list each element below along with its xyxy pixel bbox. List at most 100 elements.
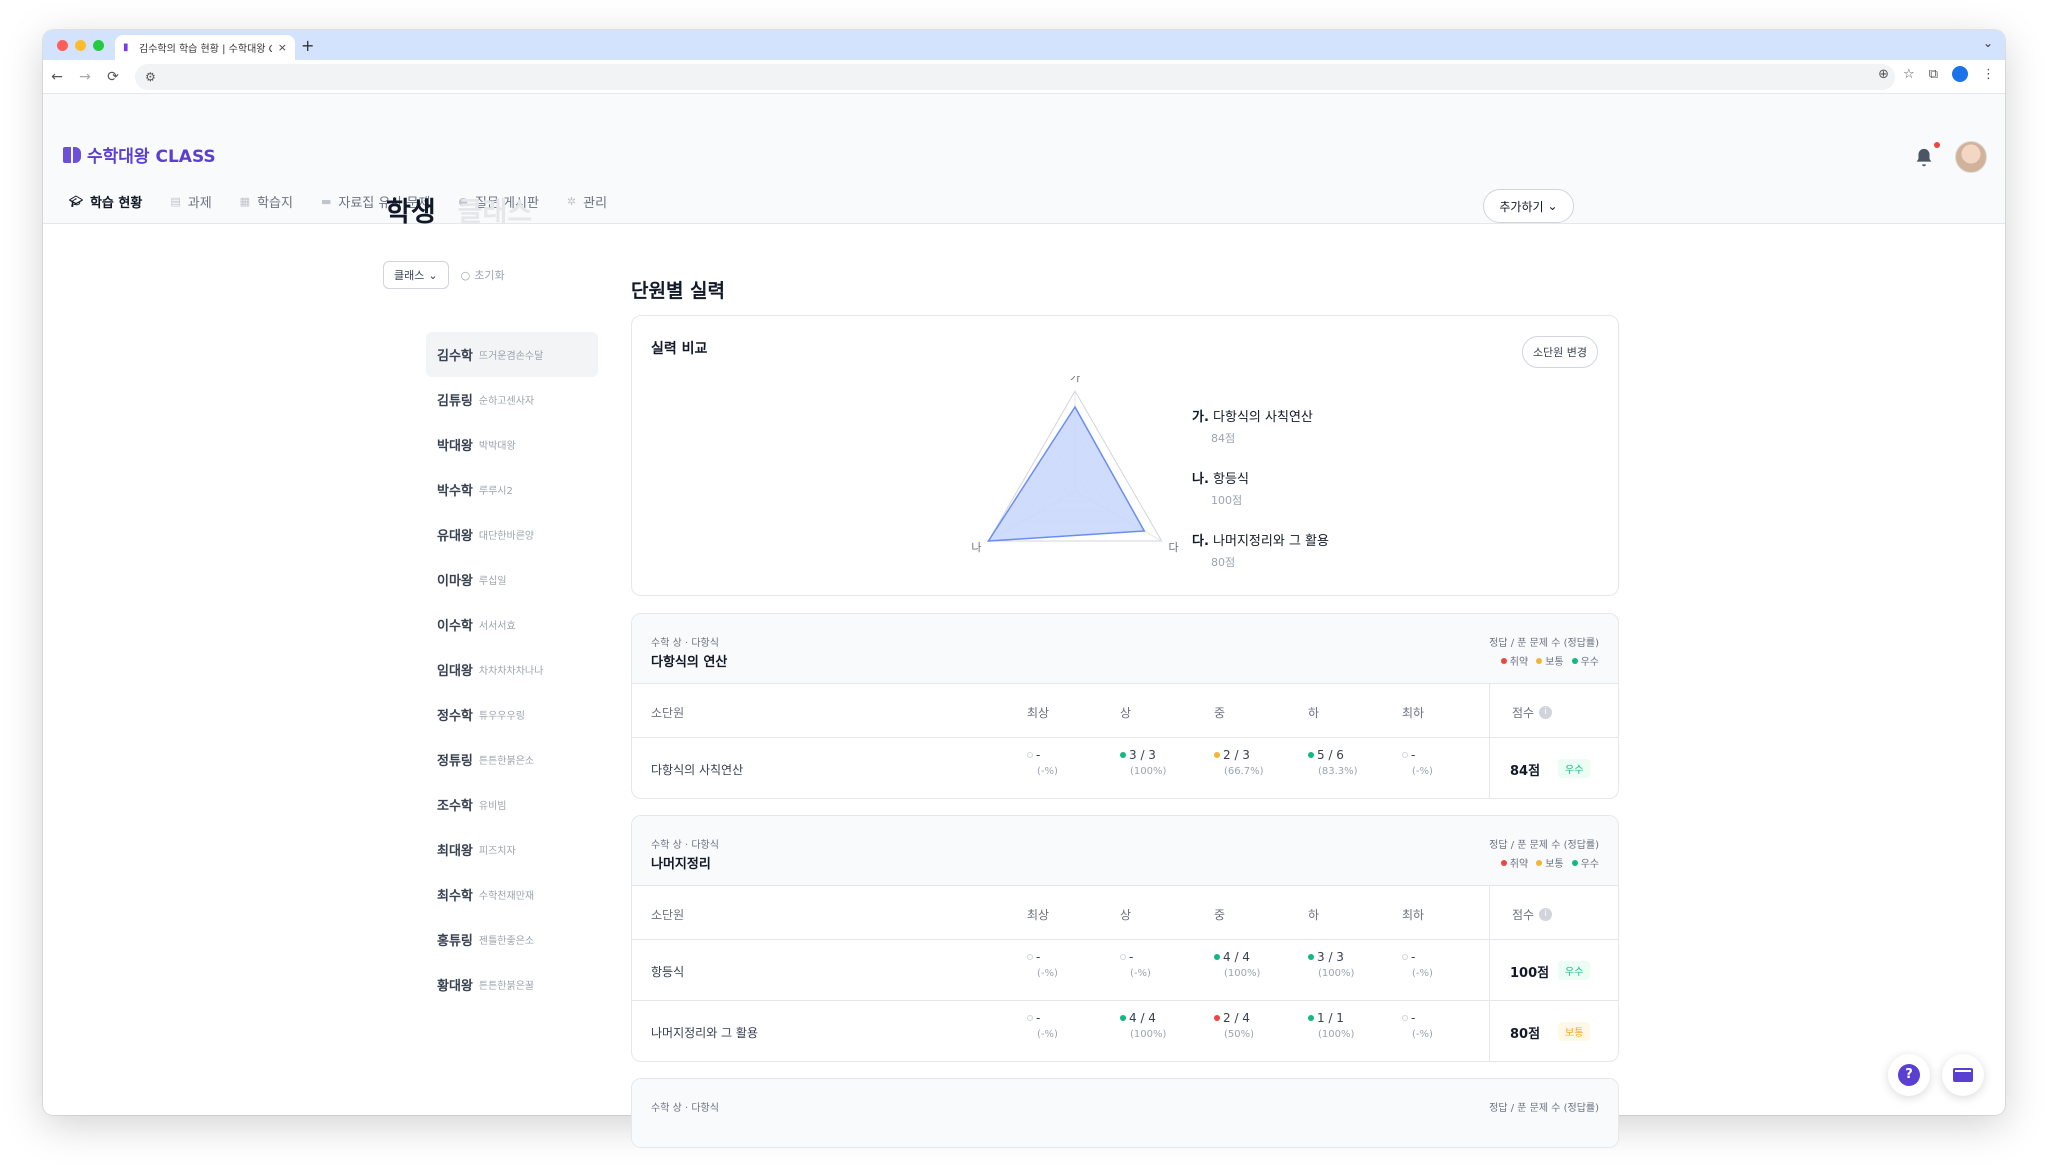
tab-close-icon[interactable]: × (278, 41, 287, 54)
nav-assignments[interactable]: ▤ 과제 (170, 192, 211, 211)
status-dot-icon (1402, 752, 1408, 758)
bookmark-star-icon[interactable]: ☆ (1903, 67, 1915, 82)
student-item[interactable]: 정튜링 튼튼한붉은소 (426, 737, 598, 782)
student-item[interactable]: 임대왕 차차차차차나나 (426, 647, 598, 692)
add-button[interactable]: 추가하기 ⌄ (1483, 189, 1574, 223)
student-item[interactable]: 정수학 튜우우우링 (426, 692, 598, 737)
student-item[interactable]: 유대왕 대단한바른양 (426, 512, 598, 557)
status-dot-icon (1027, 954, 1033, 960)
gear-icon: ✲ (566, 195, 577, 208)
score-value: 80점 (1510, 1027, 1541, 1042)
student-item[interactable]: 이마왕 루십일 (426, 557, 598, 602)
student-item[interactable]: 김수학 뜨거운겸손수달 (426, 332, 598, 377)
cell-rate: (100%) (1130, 1029, 1167, 1040)
cell-rate: (100%) (1224, 968, 1261, 979)
nav-label: 학습 현황 (89, 196, 143, 211)
tab-search-chevron-icon[interactable]: ⌄ (1983, 36, 1993, 50)
legend-good: 우수 (1580, 657, 1599, 668)
status-dot-icon (1120, 954, 1126, 960)
student-item[interactable]: 김튜링 순하고센사자 (426, 377, 598, 422)
add-button-label: 추가하기 (1499, 199, 1544, 214)
reset-filter-button[interactable]: ○ 초기화 (461, 267, 505, 283)
student-item[interactable]: 박대왕 박박대왕 (426, 422, 598, 467)
student-name: 정튜링 (437, 754, 473, 769)
student-name: 김튜링 (437, 394, 473, 409)
close-window-button[interactable] (57, 39, 68, 51)
score-value: 100점 (1510, 966, 1550, 981)
zoom-icon[interactable]: ⊕ (1878, 67, 1889, 82)
legend-good: 우수 (1580, 859, 1599, 870)
tab-class[interactable]: 클래스 (458, 190, 533, 229)
header-score: 점수 (1512, 908, 1535, 922)
cell-rate: (66.7%) (1224, 766, 1264, 777)
student-item[interactable]: 최대왕 피즈치자 (426, 827, 598, 872)
student-name: 황대왕 (437, 979, 473, 994)
legend-name: 나머지정리와 그 활용 (1213, 534, 1329, 549)
cell-value: - (1129, 950, 1134, 964)
radar-legend: 가. 다항식의 사칙연산 84점 나. 항등식 100점 다. 나머지정리와 그… (1192, 406, 1329, 592)
student-nickname: 피즈치자 (478, 846, 516, 857)
student-item[interactable]: 최수학 수학천재만재 (426, 872, 598, 917)
cell-value: 2 / 3 (1223, 748, 1250, 762)
back-button[interactable]: ← (43, 69, 71, 85)
unit-path: 수학 상 · 다항식 (651, 638, 719, 649)
cell-value: - (1411, 950, 1416, 964)
cell-value: 2 / 4 (1223, 1011, 1250, 1025)
info-icon[interactable]: i (1539, 908, 1553, 921)
profile-icon[interactable] (1952, 66, 1968, 82)
extensions-icon[interactable]: ⧉ (1929, 67, 1938, 82)
message-button[interactable] (1942, 1054, 1984, 1096)
student-name: 김수학 (437, 349, 473, 364)
student-item[interactable]: 이수학 서서서효 (426, 602, 598, 647)
minimize-window-button[interactable] (75, 39, 86, 51)
cell-value: - (1036, 950, 1041, 964)
unit-note: 정답 / 푼 문제 수 (정답률) (1489, 1103, 1599, 1114)
student-item[interactable]: 홍튜링 젠틀한좋은소 (426, 917, 598, 962)
student-name: 유대왕 (437, 529, 473, 544)
forward-button[interactable]: → (71, 69, 99, 85)
legend-normal: 보통 (1545, 859, 1564, 870)
subunit-name: 항등식 (651, 965, 685, 979)
brand-logo[interactable]: 수학대왕 CLASS (63, 142, 216, 167)
tab-student[interactable]: 학생 (386, 190, 436, 229)
level-cell: 3 / 3 (100%) (1308, 950, 1378, 979)
status-legend: 취약 보통 우수 (1500, 653, 1599, 668)
info-icon[interactable]: i (1539, 706, 1553, 719)
level-cell: - (-%) (1402, 748, 1472, 777)
class-filter-select[interactable]: 클래스 ⌄ (383, 261, 449, 289)
unit-header: 수학 상 · 다항식 다항식의 연산 정답 / 푼 문제 수 (정답률) 취약 보통 우수 (632, 614, 1618, 684)
unit-card: 수학 상 · 다항식 나머지정리 정답 / 푼 문제 수 (정답률) 취약 보통 우수 소단… (631, 815, 1619, 1062)
student-item[interactable]: 황대왕 튼튼한붉은꿀 (426, 962, 598, 1007)
cell-value: 4 / 4 (1129, 1011, 1156, 1025)
change-subunit-button[interactable]: 소단원 변경 (1522, 336, 1598, 368)
legend-name: 다항식의 사칙연산 (1213, 410, 1313, 425)
status-dot-icon (1402, 1015, 1408, 1021)
legend-weak: 취약 (1509, 657, 1529, 668)
chevron-down-icon: ⌄ (1547, 199, 1558, 213)
student-item[interactable]: 박수학 루루시2 (426, 467, 598, 512)
nav-management[interactable]: ✲ 관리 (567, 192, 607, 211)
nav-worksheets[interactable]: ▦ 학습지 (240, 192, 293, 211)
header-high: 상 (1120, 706, 1132, 720)
browser-menu-icon[interactable]: ⋮ (1982, 67, 1995, 82)
notification-bell-icon[interactable] (1913, 147, 1935, 169)
student-name: 이수학 (437, 619, 473, 634)
reload-button[interactable]: ⟳ (99, 69, 127, 85)
browser-tab[interactable]: ▮ 김수학의 학습 현황 | 수학대왕 CLASS × (115, 35, 295, 60)
address-bar[interactable]: ⚙ (135, 64, 1895, 90)
table-header-row: 소단원 최상 상 중 하 최하 점수 i (632, 886, 1618, 940)
cell-value: - (1036, 748, 1041, 762)
site-settings-icon[interactable]: ⚙ (145, 70, 156, 84)
student-name: 정수학 (437, 709, 473, 724)
student-name: 최수학 (437, 889, 473, 904)
user-avatar[interactable] (1955, 141, 1987, 173)
unit-card: 수학 상 · 다항식 정답 / 푼 문제 수 (정답률) (631, 1078, 1619, 1148)
student-item[interactable]: 조수학 유비빔 (426, 782, 598, 827)
help-button[interactable]: ? (1888, 1054, 1930, 1096)
table-row: 항등식 - (-%) - (-%) 4 / 4 (100%) 3 / 3 (100%) - (-%)… (632, 940, 1618, 1001)
nav-learning-status[interactable]: 🎓︎ 학습 현황 (69, 192, 142, 211)
unit-path: 수학 상 · 다항식 (651, 1103, 719, 1114)
new-tab-button[interactable]: + (301, 36, 314, 55)
cell-value: 5 / 6 (1317, 748, 1344, 762)
maximize-window-button[interactable] (93, 39, 104, 51)
